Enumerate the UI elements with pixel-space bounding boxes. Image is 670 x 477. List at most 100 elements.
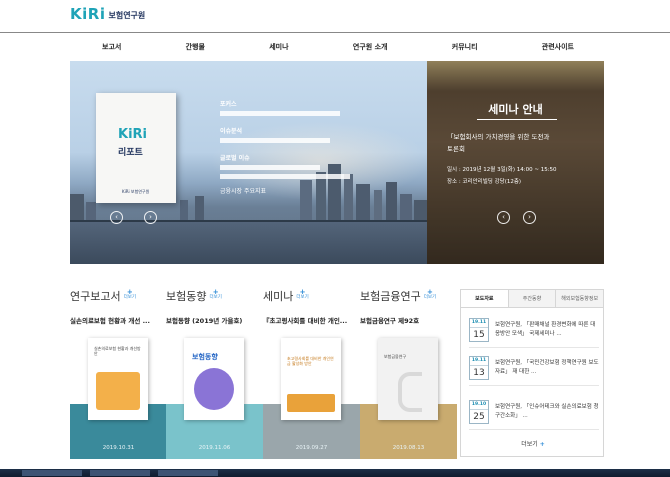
section-desc[interactable]: 실손의료보험 현황과 개선 ... (70, 315, 167, 325)
news-date: 19.11 13 (469, 356, 489, 380)
hero-line (220, 138, 420, 144)
news-month: 19.11 (470, 319, 488, 328)
book-illustration (287, 394, 335, 412)
section-insurance-trends: 보험동향 + 더보기 보험동향 (2019년 가을호) (166, 288, 263, 326)
more-label: 더보기 (123, 295, 137, 300)
more-link[interactable]: + 더보기 (423, 289, 437, 301)
seminar-subtitle-2: 토론회 (447, 145, 465, 153)
tab-overseas-trends[interactable]: 해외보험동향정보 (555, 290, 604, 307)
book-cover[interactable]: 초고령사회를 대비한 개인연금 활성화 방안 (281, 338, 341, 420)
seminar-banner[interactable]: 세미나 안내 「보험회사의 가치경영을 위한 도전과 토론회 일시 : 2019… (427, 61, 604, 264)
taskbar-button[interactable] (90, 470, 150, 476)
book-title: 실손의료보험 현황과 개선방안 (94, 346, 141, 356)
hero-market-indicators[interactable]: 금융시장 주요지표 (220, 186, 420, 195)
news-date: 19.10 25 (469, 400, 489, 424)
river (70, 222, 427, 264)
section-desc[interactable]: 『초고령사회를 대비한 개인... (263, 315, 360, 325)
banner-overlay (427, 61, 604, 264)
cover-publisher: KiRi 보험연구원 (122, 189, 150, 194)
book-illustration (398, 372, 422, 412)
logo-mark: KiRi (70, 5, 106, 23)
more-label: 더보기 (209, 295, 222, 300)
hero-prev-button[interactable]: ‹ (110, 211, 123, 224)
book-title: 보험동향 (192, 353, 218, 361)
news-text: 보험연구원, 「인슈어테크와 실손의료보험 청구간소화」 ... (495, 404, 599, 419)
logo-text: 보험연구원 (108, 11, 146, 20)
taskbar-button[interactable] (158, 470, 218, 476)
book-cover[interactable]: 보험동향 (184, 338, 244, 420)
hero-line (220, 165, 420, 171)
news-date: 19.11 15 (469, 318, 489, 342)
plus-icon: + (539, 441, 545, 448)
hero-section-issue[interactable]: 이슈분석 (220, 126, 420, 135)
nav-reports[interactable]: 보고서 (102, 42, 121, 52)
hero-section-global[interactable]: 글로벌 이슈 (220, 153, 420, 162)
tab-press-release[interactable]: 보도자료 (461, 290, 508, 307)
seminar-title-underline (477, 119, 557, 120)
seminar-title: 세미나 안내 (488, 103, 543, 116)
book-illustration (96, 372, 140, 410)
card-date: 2019.09.27 (295, 445, 328, 451)
os-taskbar (0, 469, 670, 477)
more-link[interactable]: + 더보기 (123, 289, 137, 301)
news-day: 15 (473, 330, 485, 340)
news-item[interactable]: 19.11 13 보험연구원, 「국민건강보험 정책연구원 보도자료」 재 대한… (469, 356, 599, 386)
hero-banner[interactable]: KiRi 리포트 KiRi 보험연구원 포커스 이슈분석 글로벌 이슈 금융시장… (70, 61, 427, 264)
nav-publications[interactable]: 간행물 (186, 42, 205, 52)
card-date: 2019.11.06 (198, 445, 231, 451)
news-item[interactable]: 19.10 25 보험연구원, 「인슈어테크와 실손의료보험 청구간소화」 ..… (469, 400, 599, 430)
more-label: 더보기 (423, 295, 437, 300)
seminar-place: 장소 : 코리안리빌딩 강당(12층) (447, 179, 522, 185)
news-panel: 보도자료 주간동향 해외보험동향정보 19.11 15 보험연구원, 「판매채널… (460, 289, 604, 457)
section-research-reports: 연구보고서 + 더보기 실손의료보험 현황과 개선 ... (70, 288, 167, 326)
book-illustration (194, 368, 234, 410)
section-title[interactable]: 보험동향 (166, 288, 206, 304)
card-date: 2019.10.31 (102, 445, 135, 451)
seminar-next-button[interactable]: › (523, 211, 536, 224)
news-day: 13 (473, 368, 485, 378)
more-label: 더보기 (296, 295, 309, 300)
tab-weekly-trends[interactable]: 주간동향 (507, 290, 556, 307)
seminar-prev-button[interactable]: ‹ (497, 211, 510, 224)
taskbar-button[interactable] (22, 470, 82, 476)
nav-seminar[interactable]: 세미나 (269, 42, 288, 52)
nav-community[interactable]: 커뮤니티 (452, 42, 478, 52)
nav-about[interactable]: 연구원 소개 (353, 42, 388, 52)
book-title: 보험금융연구 (384, 354, 407, 359)
news-more-link[interactable]: 더보기 + (461, 439, 605, 448)
section-finance-research: 보험금융연구 + 더보기 보험금융연구 제92호 (360, 288, 457, 326)
site-logo[interactable]: KiRi 보험연구원 (70, 5, 145, 23)
hero-next-button[interactable]: › (144, 211, 157, 224)
report-cover[interactable]: KiRi 리포트 KiRi 보험연구원 (96, 93, 176, 203)
hero-line (220, 174, 420, 180)
section-title[interactable]: 세미나 (263, 288, 293, 304)
hero-contents: 포커스 이슈분석 글로벌 이슈 금융시장 주요지표 (220, 95, 420, 195)
section-seminar: 세미나 + 더보기 『초고령사회를 대비한 개인... (263, 288, 360, 326)
hero-section-focus[interactable]: 포커스 (220, 99, 420, 108)
book-title: 초고령사회를 대비한 개인연금 활성화 방안 (287, 356, 334, 366)
more-link[interactable]: + 더보기 (209, 289, 222, 301)
section-desc[interactable]: 보험동향 (2019년 가을호) (166, 315, 263, 325)
section-desc[interactable]: 보험금융연구 제92호 (360, 315, 457, 325)
cover-brand: KiRi (118, 127, 147, 142)
news-more-label: 더보기 (521, 441, 538, 448)
nav-related-sites[interactable]: 관련사이트 (542, 42, 574, 52)
cover-title: 리포트 (118, 148, 143, 158)
seminar-time: 일시 : 2019년 12월 3일(화) 14:00 ~ 15:50 (447, 167, 557, 173)
news-tabs: 보도자료 주간동향 해외보험동향정보 (461, 290, 604, 308)
book-cover[interactable]: 보험금융연구 (378, 338, 438, 420)
section-title[interactable]: 연구보고서 (70, 288, 121, 304)
news-text: 보험연구원, 「국민건강보험 정책연구원 보도자료」 재 대한 ... (495, 360, 599, 375)
card-date: 2019.08.13 (392, 445, 425, 451)
news-month: 19.11 (470, 357, 488, 366)
news-item[interactable]: 19.11 15 보험연구원, 「판매채널 환경변화에 따른 대응방안 모색」 … (469, 318, 599, 348)
news-day: 25 (473, 412, 485, 422)
more-link[interactable]: + 더보기 (296, 289, 309, 301)
news-text: 보험연구원, 「판매채널 환경변화에 따른 대응방안 모색」 국제세미나 ... (495, 322, 596, 337)
book-cover[interactable]: 실손의료보험 현황과 개선방안 (88, 338, 148, 420)
news-month: 19.10 (470, 401, 488, 410)
seminar-subtitle: 「보험회사의 가치경영을 위한 도전과 (447, 133, 550, 141)
top-bar: KiRi 보험연구원 (0, 0, 670, 33)
hero-line (220, 111, 420, 117)
section-title[interactable]: 보험금융연구 (360, 288, 421, 304)
